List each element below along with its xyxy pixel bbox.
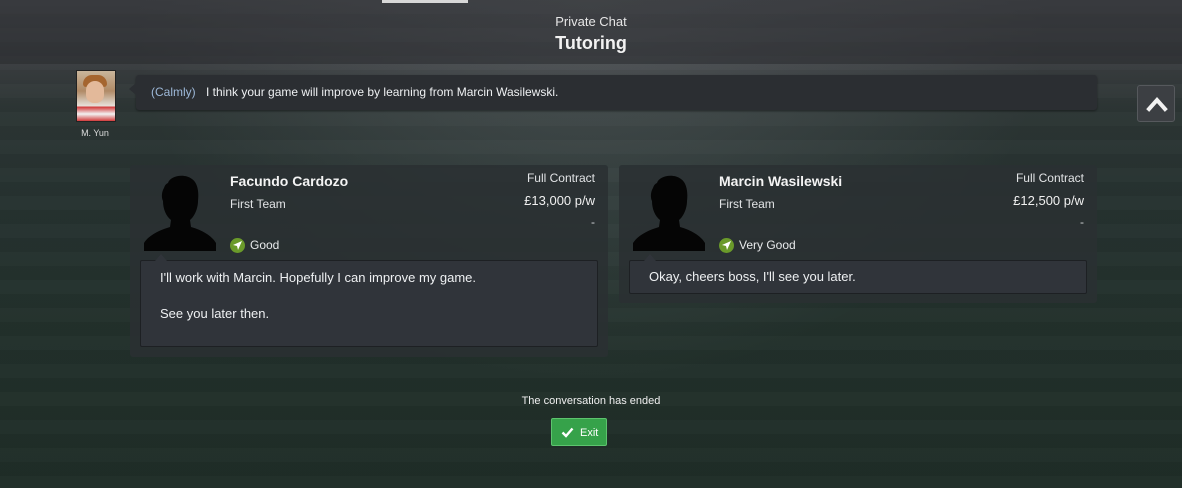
speech-text: I think your game will improve by learni… bbox=[206, 85, 559, 99]
active-tab-indicator bbox=[382, 0, 468, 3]
player-reply-bubble: I'll work with Marcin. Hopefully I can i… bbox=[140, 254, 598, 347]
speech-tone: (Calmly) bbox=[151, 85, 196, 99]
check-icon bbox=[561, 427, 574, 438]
player-squad: First Team bbox=[719, 197, 775, 211]
player-name[interactable]: Facundo Cardozo bbox=[230, 173, 348, 189]
contract-type: Full Contract bbox=[526, 171, 595, 185]
exit-button[interactable]: Exit bbox=[551, 418, 607, 446]
manager-name: M. Yun bbox=[81, 128, 109, 138]
page-title: Tutoring bbox=[555, 33, 627, 53]
header-bar bbox=[0, 0, 1182, 64]
manager-speech-bubble: (Calmly) I think your game will improve … bbox=[129, 75, 1097, 110]
player-squad: First Team bbox=[230, 197, 286, 211]
contract-extra: - bbox=[591, 215, 595, 229]
rating-label: Very Good bbox=[739, 238, 796, 252]
reply-line: Okay, cheers boss, I'll see you later. bbox=[649, 269, 856, 284]
rating-label: Good bbox=[250, 238, 280, 252]
scroll-up-button[interactable] bbox=[1137, 85, 1175, 122]
reply-line: I'll work with Marcin. Hopefully I can i… bbox=[160, 270, 477, 285]
exit-label: Exit bbox=[580, 427, 599, 439]
player-silhouette-icon bbox=[633, 175, 705, 251]
player-card-1: Facundo Cardozo First Team Full Contract… bbox=[130, 165, 608, 357]
player-card-2: Marcin Wasilewski First Team Full Contra… bbox=[619, 165, 1097, 303]
player-silhouette-icon bbox=[144, 175, 216, 251]
contract-type: Full Contract bbox=[1015, 171, 1084, 185]
navigation-arrow-icon bbox=[230, 238, 245, 253]
manager-avatar bbox=[76, 70, 116, 122]
player-reply-bubble: Okay, cheers boss, I'll see you later. bbox=[629, 254, 1087, 294]
player-wage: £13,000 p/w bbox=[524, 193, 595, 208]
chat-type-label: Private Chat bbox=[555, 14, 627, 29]
chevron-up-icon bbox=[1146, 96, 1168, 112]
contract-extra: - bbox=[1080, 215, 1084, 229]
reply-line: See you later then. bbox=[160, 306, 270, 321]
navigation-arrow-icon bbox=[719, 238, 734, 253]
player-name[interactable]: Marcin Wasilewski bbox=[719, 173, 842, 189]
conversation-status: The conversation has ended bbox=[521, 395, 661, 407]
player-wage: £12,500 p/w bbox=[1013, 193, 1084, 208]
